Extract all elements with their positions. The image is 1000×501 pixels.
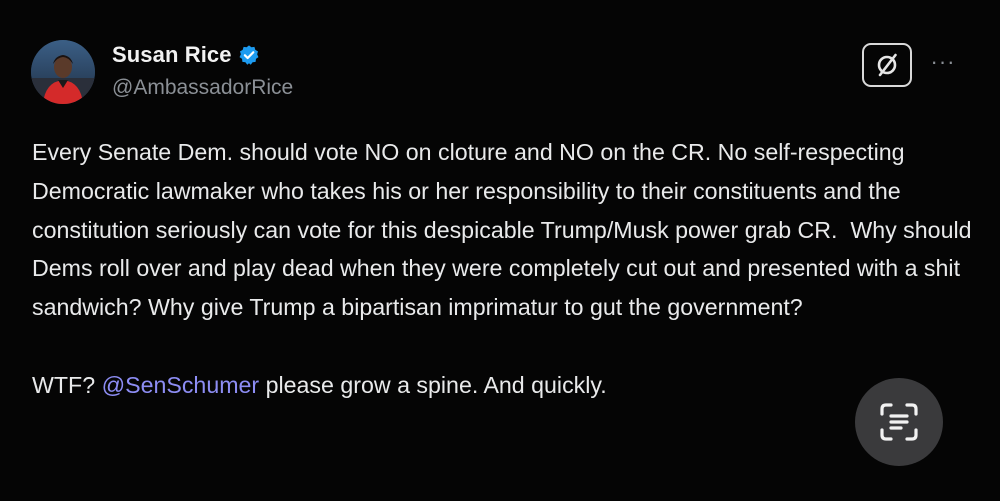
author-name-row[interactable]: Susan Rice xyxy=(112,42,260,68)
verified-badge-icon xyxy=(238,44,260,66)
tweet-paragraph: Every Senate Dem. should vote NO on clot… xyxy=(32,139,978,321)
author-handle[interactable]: @AmbassadorRice xyxy=(112,76,293,100)
tweet-text-segment: WTF? xyxy=(32,371,102,398)
text-scan-button[interactable] xyxy=(855,378,943,466)
avatar[interactable] xyxy=(31,40,95,104)
grok-icon xyxy=(877,53,897,77)
avatar-image xyxy=(31,40,95,104)
tweet-paragraph: WTF? @SenSchumer please grow a spine. An… xyxy=(32,366,972,405)
author-display-name[interactable]: Susan Rice xyxy=(112,42,232,68)
more-options-button[interactable]: ··· xyxy=(928,49,958,74)
tweet-text-segment: please grow a spine. And quickly. xyxy=(259,371,607,398)
tweet-text: Every Senate Dem. should vote NO on clot… xyxy=(32,133,972,405)
more-horizontal-icon: ··· xyxy=(930,49,956,74)
tweet-card: Susan Rice @AmbassadorRice ··· Every Sen… xyxy=(0,0,1000,501)
mention-link[interactable]: @SenSchumer xyxy=(102,372,260,398)
text-scan-icon xyxy=(880,403,918,441)
grok-button[interactable] xyxy=(862,43,912,87)
